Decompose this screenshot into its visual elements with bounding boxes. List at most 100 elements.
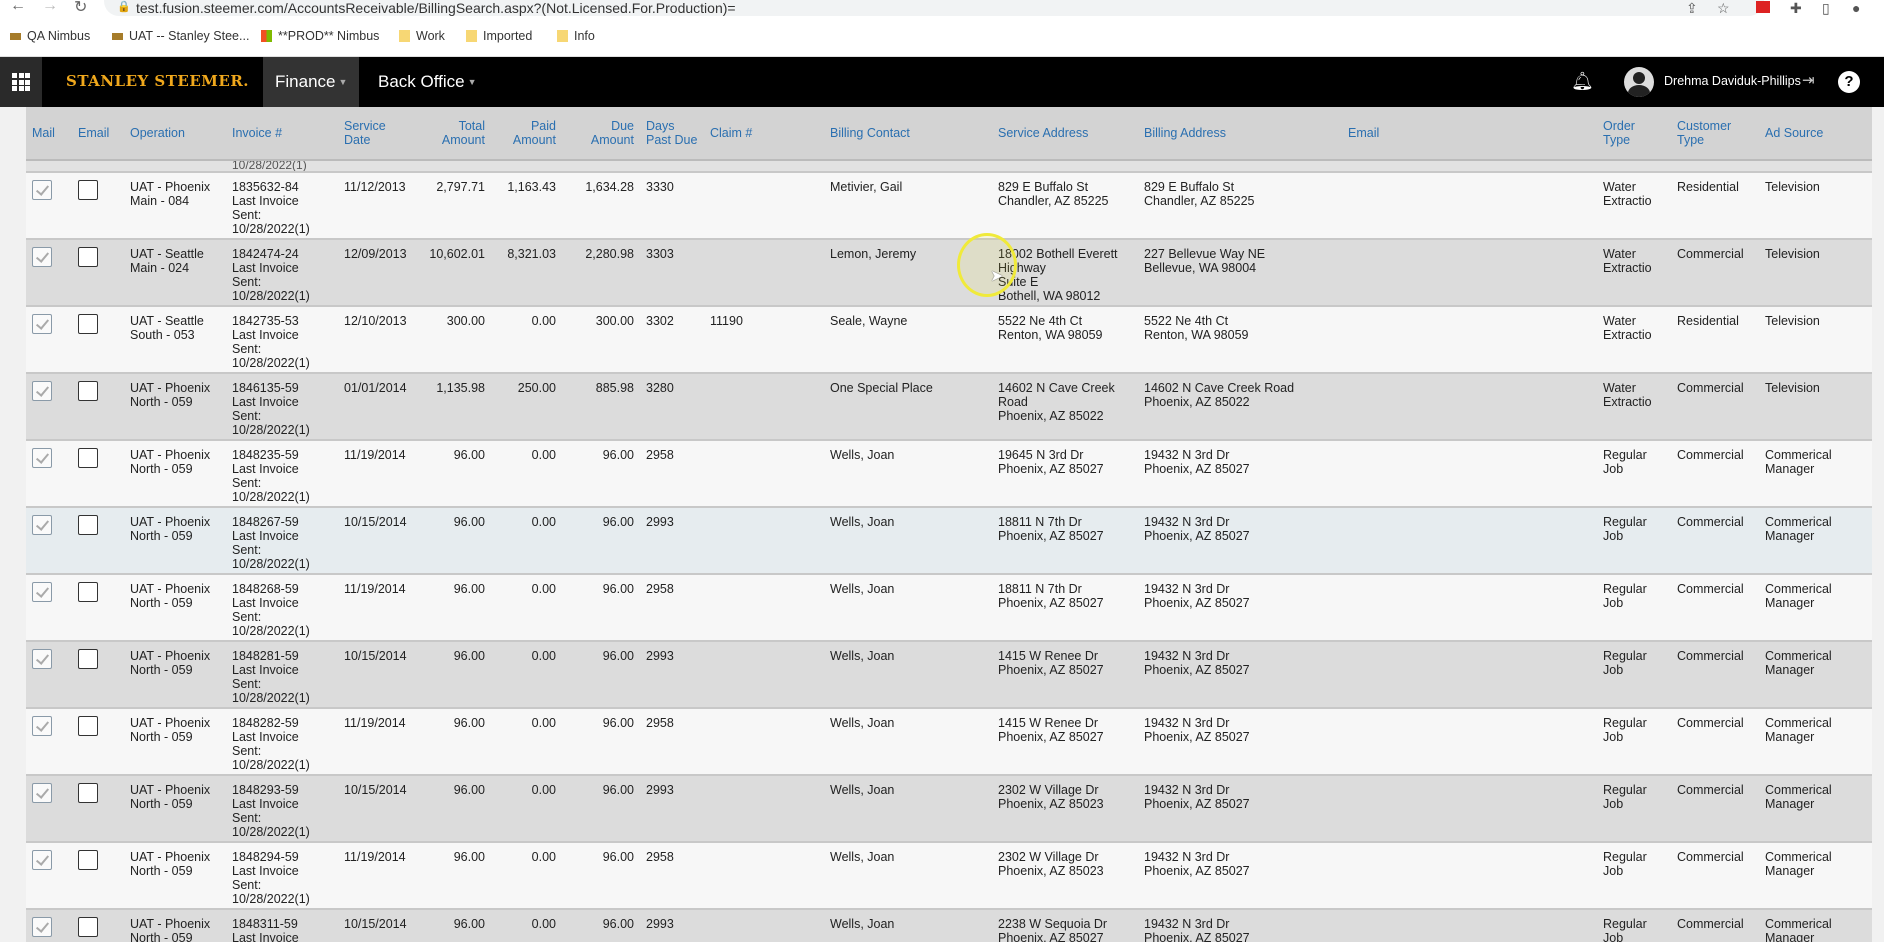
table-row[interactable]: UAT - Seattle Main - 024 1842474-24 Last … (26, 239, 1872, 307)
extensions-puzzle-icon[interactable]: ✚ (1790, 0, 1802, 17)
bookmark-prod-nimbus[interactable]: **PROD** Nimbus (261, 29, 379, 43)
lock-icon: 🔒 (117, 1, 131, 13)
mail-checkbox[interactable] (32, 448, 52, 468)
cell-customer-type: Commercial (1671, 373, 1759, 441)
site-icon (10, 32, 21, 40)
column-header-days-past-due[interactable]: Days Past Due (640, 107, 704, 161)
back-icon[interactable]: ← (10, 0, 26, 15)
column-header-total-amount[interactable]: Total Amount (420, 107, 491, 161)
mail-checkbox[interactable] (32, 917, 52, 937)
bell-icon[interactable]: 🔔︎ (1571, 71, 1594, 92)
table-row[interactable]: UAT - Phoenix Main - 084 1835632-84 Last … (26, 172, 1872, 240)
mail-checkbox[interactable] (32, 180, 52, 200)
table-row[interactable]: UAT - Phoenix North - 059 1848235-59 Last… (26, 440, 1872, 508)
email-checkbox[interactable] (78, 716, 98, 736)
cell-customer-type: Commercial (1671, 708, 1759, 776)
cell-service-address: 5522 Ne 4th Ct Renton, WA 98059 (992, 306, 1138, 374)
table-row[interactable]: UAT - Phoenix North - 059 1848267-59 Last… (26, 507, 1872, 575)
column-header-paid-amount[interactable]: Paid Amount (491, 107, 562, 161)
bookmark-uat[interactable]: UAT -- Stanley Stee... (112, 29, 249, 43)
bookmark-folder-work[interactable]: Work (399, 29, 445, 43)
column-header-service-address[interactable]: Service Address (992, 107, 1138, 161)
mail-checkbox[interactable] (32, 314, 52, 334)
email-checkbox[interactable] (78, 381, 98, 401)
column-header-claim[interactable]: Claim # (704, 107, 824, 161)
column-header-operation[interactable]: Operation (124, 107, 226, 161)
cell-order-type: Water Extractio (1597, 373, 1671, 441)
share-icon[interactable]: ⇪ (1686, 0, 1698, 17)
mail-checkbox[interactable] (32, 716, 52, 736)
table-cell (562, 160, 640, 173)
email-checkbox[interactable] (78, 448, 98, 468)
table-row[interactable]: UAT - Phoenix North - 059 1848281-59 Last… (26, 641, 1872, 709)
column-header-invoice[interactable]: Invoice # (226, 107, 338, 161)
mail-checkbox[interactable] (32, 582, 52, 602)
mail-checkbox[interactable] (32, 783, 52, 803)
column-header-billing-address[interactable]: Billing Address (1138, 107, 1342, 161)
mail-checkbox[interactable] (32, 381, 52, 401)
column-header-service-date[interactable]: Service Date (338, 107, 420, 161)
column-header-email[interactable]: Email (72, 107, 124, 161)
mail-checkbox[interactable] (32, 515, 52, 535)
microsoft-icon (261, 30, 272, 42)
table-row[interactable]: UAT - Phoenix North - 059 1848311-59 Last… (26, 909, 1872, 942)
table-row[interactable]: UAT - Seattle South - 053 1842735-53 Last… (26, 306, 1872, 374)
cell-paid: 0.00 (491, 507, 562, 575)
url-text[interactable]: test.fusion.steemer.com/AccountsReceivab… (136, 0, 736, 16)
column-header-customer-type[interactable]: Customer Type (1671, 107, 1759, 161)
column-header-due-amount[interactable]: Due Amount (562, 107, 640, 161)
bookmark-folder-info[interactable]: Info (557, 29, 595, 43)
table-row[interactable]: UAT - Phoenix North - 059 1846135-59 Last… (26, 373, 1872, 441)
mail-checkbox[interactable] (32, 850, 52, 870)
extension-icon[interactable] (1756, 1, 1770, 13)
mail-checkbox[interactable] (32, 247, 52, 267)
table-row[interactable]: UAT - Phoenix North - 059 1848293-59 Last… (26, 775, 1872, 843)
user-name[interactable]: Drehma Daviduk-Phillips (1664, 74, 1801, 88)
cell-ad-source: Commerical Manager (1759, 440, 1872, 508)
cell-ad-source: Television (1759, 306, 1872, 374)
avatar[interactable] (1624, 67, 1654, 97)
column-header-order-type[interactable]: Order Type (1597, 107, 1671, 161)
cell-mail (26, 507, 72, 575)
email-checkbox[interactable] (78, 180, 98, 200)
email-checkbox[interactable] (78, 247, 98, 267)
reload-icon[interactable]: ↻ (74, 0, 87, 17)
cell-paid: 0.00 (491, 909, 562, 942)
email-checkbox[interactable] (78, 582, 98, 602)
cell-days: 2958 (640, 574, 704, 642)
menu-back-office[interactable]: Back Office ▼ (366, 57, 489, 107)
column-header-mail[interactable]: Mail (26, 107, 72, 161)
bookmark-qa-nimbus[interactable]: QA Nimbus (10, 29, 90, 43)
bookmark-folder-imported[interactable]: Imported (466, 29, 532, 43)
bookmark-star-icon[interactable]: ☆ (1717, 0, 1730, 17)
column-header-email[interactable]: Email (1342, 107, 1597, 161)
apps-grid-icon[interactable] (0, 57, 42, 107)
help-icon[interactable]: ? (1838, 71, 1860, 93)
sidepanel-icon[interactable]: ▯ (1822, 0, 1830, 17)
scrollbar[interactable] (1872, 107, 1884, 942)
table-row[interactable]: UAT - Phoenix North - 059 1848282-59 Last… (26, 708, 1872, 776)
cell-contact: Wells, Joan (824, 775, 992, 843)
logout-icon[interactable]: ⇥ (1802, 71, 1815, 89)
cell-email (72, 373, 124, 441)
stanley-steemer-logo[interactable]: STANLEY STEEMER. (66, 72, 249, 90)
forward-icon[interactable]: → (42, 0, 58, 15)
email-checkbox[interactable] (78, 850, 98, 870)
mail-checkbox[interactable] (32, 649, 52, 669)
cell-contact: Wells, Joan (824, 641, 992, 709)
email-checkbox[interactable] (78, 314, 98, 334)
menu-finance[interactable]: Finance ▼ (263, 57, 360, 107)
profile-icon[interactable]: ● (1852, 0, 1860, 16)
cell-billing-address: 19432 N 3rd Dr Phoenix, AZ 85027 (1138, 440, 1342, 508)
table-row[interactable]: UAT - Phoenix North - 059 1848294-59 Last… (26, 842, 1872, 910)
cell-invoice: 1842474-24 Last Invoice Sent: 10/28/2022… (226, 239, 338, 307)
email-checkbox[interactable] (78, 649, 98, 669)
column-header-billing-contact[interactable]: Billing Contact (824, 107, 992, 161)
email-checkbox[interactable] (78, 515, 98, 535)
cell-email-addr (1342, 306, 1597, 374)
table-row[interactable]: UAT - Phoenix North - 059 1848268-59 Last… (26, 574, 1872, 642)
email-checkbox[interactable] (78, 783, 98, 803)
column-header-ad-source[interactable]: Ad Source (1759, 107, 1872, 161)
cell-operation: UAT - Phoenix North - 059 (124, 909, 226, 942)
email-checkbox[interactable] (78, 917, 98, 937)
